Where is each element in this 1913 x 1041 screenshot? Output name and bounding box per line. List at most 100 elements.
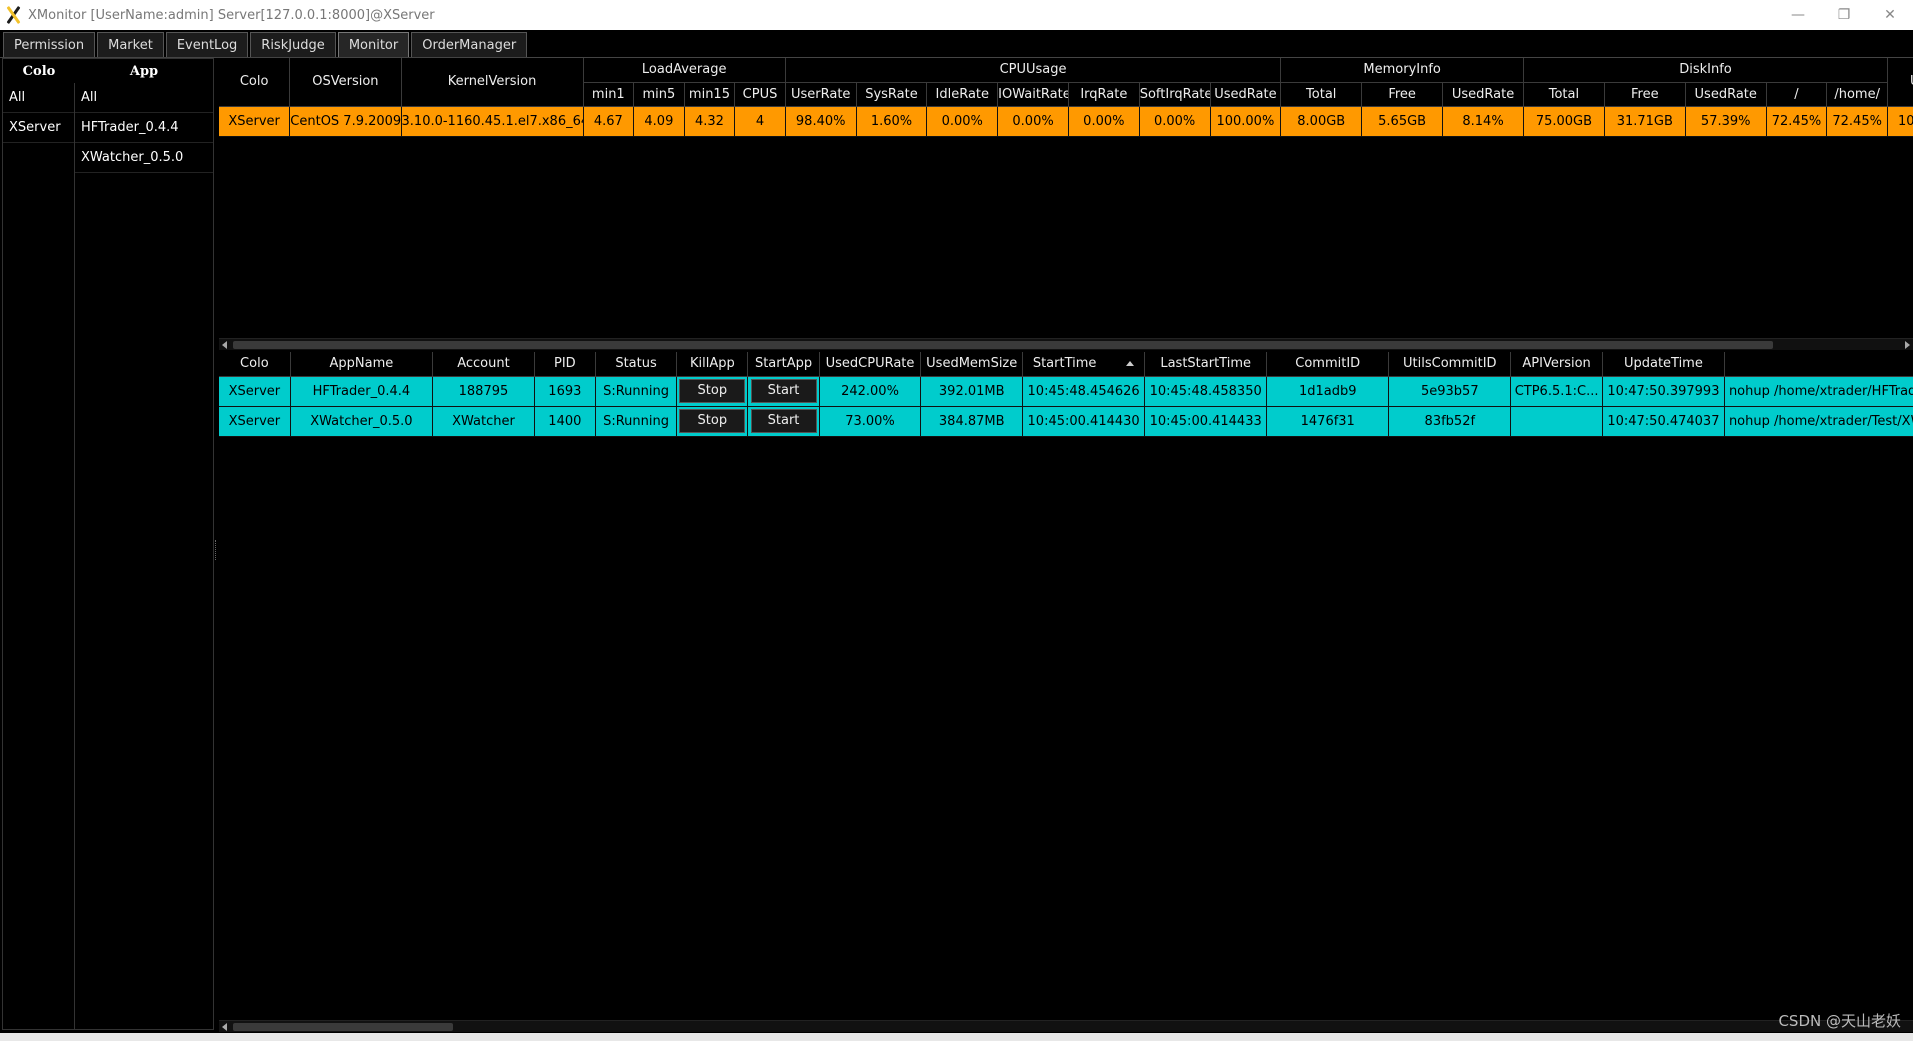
app-item-hftrader[interactable]: HFTrader_0.4.4	[75, 113, 213, 143]
col-usedcpurate[interactable]: UsedCPURate	[819, 352, 922, 377]
col-root[interactable]: /	[1766, 82, 1828, 107]
col-usedmemsize[interactable]: UsedMemSize	[920, 352, 1024, 377]
col-mem-usedrate[interactable]: UsedRate	[1442, 82, 1524, 107]
app-item-xwatcher[interactable]: XWatcher_0.5.0	[75, 143, 213, 173]
cell-disk-usedrate: 57.39%	[1685, 106, 1767, 137]
col-status[interactable]: Status	[595, 352, 678, 377]
col-iowaitrate[interactable]: IOWaitRate	[997, 82, 1069, 107]
col-disk-total[interactable]: Total	[1523, 82, 1605, 107]
cell-userrate: 98.40%	[785, 106, 857, 137]
cell-usedmemsize: 384.87MB	[920, 406, 1024, 437]
cell-startapp: Start	[747, 406, 820, 437]
col-account[interactable]: Account	[432, 352, 535, 377]
col-killapp[interactable]: KillApp	[676, 352, 749, 377]
close-button[interactable]: ✕	[1867, 0, 1913, 30]
col-userrate[interactable]: UserRate	[785, 82, 857, 107]
col-appname[interactable]: AppName	[290, 352, 434, 377]
minimize-button[interactable]: —	[1775, 0, 1821, 30]
cell-pid: 1400	[534, 406, 596, 437]
app-item-all[interactable]: All	[75, 83, 213, 113]
colo-item-xserver[interactable]: XServer	[3, 113, 74, 143]
restore-button[interactable]: ❐	[1821, 0, 1867, 30]
col-utilscommitid[interactable]: UtilsCommitID	[1388, 352, 1512, 377]
col-min5[interactable]: min5	[633, 82, 685, 107]
app-status-table: Colo AppName Account PID Status KillApp …	[219, 352, 1913, 1022]
scroll-left-icon[interactable]	[222, 341, 227, 349]
col-mem-total[interactable]: Total	[1280, 82, 1363, 107]
cell-pid: 1693	[534, 376, 596, 407]
col-disk-usedrate[interactable]: UsedRate	[1685, 82, 1767, 107]
scroll-left-icon[interactable]	[222, 1023, 227, 1031]
stop-button[interactable]: Stop	[679, 409, 746, 433]
col-mem-free[interactable]: Free	[1361, 82, 1444, 107]
window-title: XMonitor [UserName:admin] Server[127.0.0…	[28, 7, 435, 23]
col-command[interactable]	[1724, 352, 1913, 377]
tab-riskjudge[interactable]: RiskJudge	[250, 32, 336, 57]
col-colo[interactable]: Colo	[219, 352, 291, 377]
cell-update: 10:47:5	[1887, 106, 1913, 137]
watermark-text: CSDN @天山老妖	[1778, 1012, 1901, 1030]
col-sysrate[interactable]: SysRate	[856, 82, 928, 107]
cell-usedcpurate: 73.00%	[819, 406, 922, 437]
table-row[interactable]: XServer HFTrader_0.4.4 188795 1693 S:Run…	[219, 376, 1913, 407]
scroll-thumb[interactable]	[233, 341, 1773, 349]
col-cpu-usedrate[interactable]: UsedRate	[1210, 82, 1282, 107]
start-button[interactable]: Start	[750, 409, 817, 433]
window-controls: — ❐ ✕	[1775, 0, 1913, 30]
server-table-hscrollbar[interactable]	[219, 338, 1913, 350]
server-info-table: Colo OSVersion KernelVersion LoadAverage…	[219, 58, 1913, 338]
col-osversion[interactable]: OSVersion	[289, 58, 402, 107]
start-button[interactable]: Start	[750, 379, 817, 403]
table-row[interactable]: XServer CentOS 7.9.2009 3.10.0-1160.45.1…	[219, 106, 1913, 137]
cell-laststarttime: 10:45:48.458350	[1144, 376, 1268, 407]
cell-colo: XServer	[219, 406, 291, 437]
col-starttime-label: StartTime	[1032, 356, 1097, 372]
panel-splitter-handle[interactable]	[215, 540, 218, 560]
col-softirqrate[interactable]: SoftIrqRate	[1139, 82, 1211, 107]
tab-market[interactable]: Market	[97, 32, 164, 57]
col-min1[interactable]: min1	[583, 82, 635, 107]
cell-status: S:Running	[595, 376, 678, 407]
col-commitid[interactable]: CommitID	[1266, 352, 1390, 377]
colo-item-all[interactable]: All	[3, 83, 74, 113]
cell-account: XWatcher	[432, 406, 535, 437]
scroll-right-icon[interactable]	[1905, 341, 1910, 349]
col-min15[interactable]: min15	[684, 82, 736, 107]
col-irqrate[interactable]: IrqRate	[1068, 82, 1140, 107]
col-colo[interactable]: Colo	[219, 58, 291, 107]
cell-starttime: 10:45:48.454626	[1022, 376, 1146, 407]
col-pid[interactable]: PID	[534, 352, 596, 377]
cell-appname: XWatcher_0.5.0	[290, 406, 434, 437]
col-apiversion[interactable]: APIVersion	[1510, 352, 1603, 377]
col-disk-free[interactable]: Free	[1604, 82, 1686, 107]
tab-monitor[interactable]: Monitor	[337, 32, 410, 57]
cell-apiversion: CTP6.5.1:C...	[1510, 376, 1603, 407]
cell-command: nohup /home/xtrader/HFTrader/HFT	[1724, 376, 1913, 407]
stop-button[interactable]: Stop	[679, 379, 746, 403]
group-diskinfo: DiskInfo	[1523, 58, 1889, 83]
app-table-hscrollbar[interactable]	[219, 1020, 1913, 1032]
tab-eventlog[interactable]: EventLog	[165, 32, 249, 57]
col-startapp[interactable]: StartApp	[747, 352, 820, 377]
tab-ordermanager[interactable]: OrderManager	[411, 32, 528, 57]
col-starttime[interactable]: StartTime	[1022, 352, 1146, 377]
cell-osversion: CentOS 7.9.2009	[289, 106, 402, 137]
cell-cpus: 4	[734, 106, 786, 137]
col-idlerate[interactable]: IdleRate	[926, 82, 999, 107]
cell-utilscommitid: 5e93b57	[1388, 376, 1512, 407]
col-cpus[interactable]: CPUS	[734, 82, 786, 107]
col-laststarttime[interactable]: LastStartTime	[1144, 352, 1268, 377]
col-kernelversion[interactable]: KernelVersion	[401, 58, 584, 107]
title-bar: XMonitor [UserName:admin] Server[127.0.0…	[0, 0, 1913, 30]
cell-sysrate: 1.60%	[856, 106, 928, 137]
cell-laststarttime: 10:45:00.414433	[1144, 406, 1268, 437]
tab-permission[interactable]: Permission	[3, 32, 96, 57]
col-home[interactable]: /home/	[1826, 82, 1889, 107]
col-updatetime[interactable]: UpdateTime	[1602, 352, 1725, 377]
scroll-thumb[interactable]	[233, 1023, 453, 1031]
table-row[interactable]: XServer XWatcher_0.5.0 XWatcher 1400 S:R…	[219, 406, 1913, 437]
col-update[interactable]: Upd	[1887, 58, 1913, 107]
group-memoryinfo: MemoryInfo	[1280, 58, 1524, 83]
app-header[interactable]: App	[75, 59, 213, 83]
colo-header[interactable]: Colo	[3, 59, 75, 83]
